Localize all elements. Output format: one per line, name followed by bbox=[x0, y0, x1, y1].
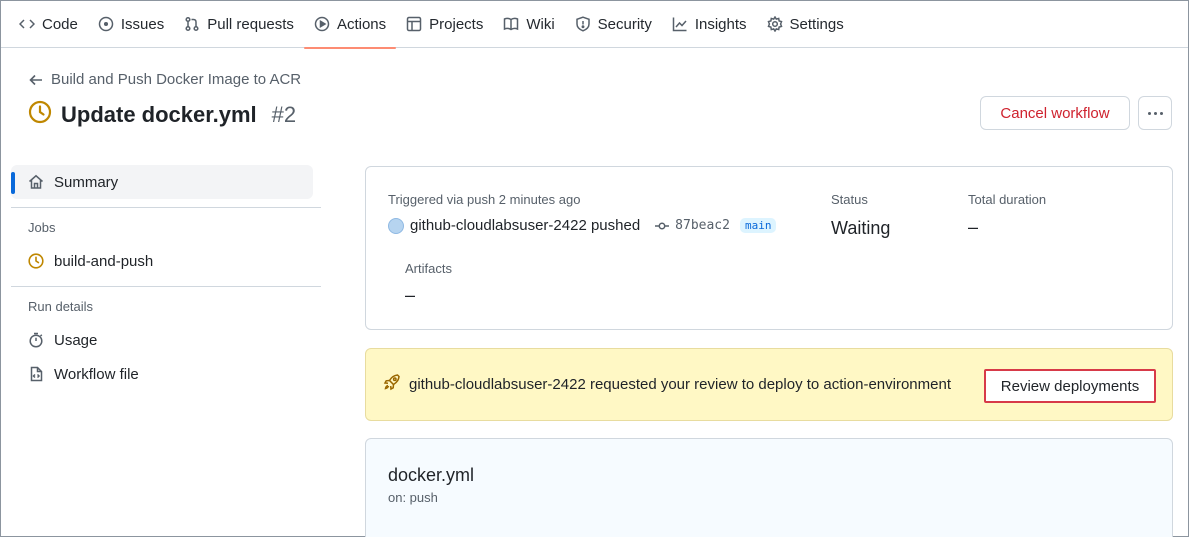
run-title: Update docker.yml #2 bbox=[28, 100, 296, 129]
sidebar-item-workflow-file[interactable]: Workflow file bbox=[11, 357, 321, 391]
tab-code-label: Code bbox=[42, 15, 78, 33]
play-icon bbox=[314, 16, 330, 32]
trigger-info: Triggered via push 2 minutes ago bbox=[388, 192, 581, 207]
divider bbox=[11, 286, 321, 287]
sidebar-item-summary[interactable]: Summary bbox=[11, 165, 313, 199]
avatar bbox=[388, 217, 404, 234]
tab-actions-label: Actions bbox=[336, 15, 387, 33]
sidebar-item-build-and-push[interactable]: build-and-push bbox=[11, 244, 321, 278]
table-icon bbox=[406, 16, 422, 32]
sidebar-item-label: Workflow file bbox=[54, 365, 139, 383]
page-title: Update docker.yml bbox=[61, 101, 257, 127]
workflow-file-name: docker.yml bbox=[388, 465, 475, 485]
tab-issues-label: Issues bbox=[120, 15, 165, 33]
tab-security[interactable]: Security bbox=[565, 1, 662, 48]
tab-actions[interactable]: Actions bbox=[303, 1, 397, 49]
duration-value: – bbox=[968, 217, 979, 237]
arrow-left-icon bbox=[29, 74, 42, 85]
jobs-heading: Jobs bbox=[28, 219, 56, 235]
pusher-name[interactable]: github-cloudlabsuser-2422 pushed bbox=[410, 217, 640, 234]
tab-settings-label: Settings bbox=[789, 15, 844, 33]
run-number: #2 bbox=[271, 101, 297, 127]
tab-pull-requests[interactable]: Pull requests bbox=[174, 1, 304, 48]
tab-wiki[interactable]: Wiki bbox=[493, 1, 564, 48]
sidebar-item-label: build-and-push bbox=[54, 252, 154, 270]
tab-projects-label: Projects bbox=[429, 15, 484, 33]
duration-label: Total duration bbox=[968, 192, 1047, 207]
workflow-graph-card: docker.yml on: push bbox=[365, 438, 1173, 537]
more-options-button[interactable] bbox=[1138, 96, 1172, 130]
shield-icon bbox=[575, 16, 590, 32]
code-icon bbox=[19, 19, 35, 29]
tab-security-label: Security bbox=[597, 15, 652, 33]
tab-insights[interactable]: Insights bbox=[662, 1, 757, 48]
repo-nav: Code Issues Pull requests Actions Projec… bbox=[1, 1, 1188, 49]
sidebar-item-label: Summary bbox=[54, 173, 119, 191]
tab-pull-requests-label: Pull requests bbox=[207, 15, 294, 33]
artifacts-value: – bbox=[405, 285, 416, 305]
deployment-review-banner: github-cloudlabsuser-2422 requested your… bbox=[365, 348, 1173, 421]
file-code-icon bbox=[30, 366, 43, 382]
workflow-trigger: on: push bbox=[388, 490, 438, 505]
kebab-dot-icon bbox=[1159, 111, 1163, 115]
run-summary-card: Triggered via push 2 minutes ago github-… bbox=[365, 166, 1173, 330]
rocket-icon bbox=[383, 373, 401, 396]
review-message: github-cloudlabsuser-2422 requested your… bbox=[409, 376, 951, 393]
workflow-name: Build and Push Docker Image to ACR bbox=[51, 71, 302, 88]
issue-icon bbox=[98, 16, 114, 32]
tab-insights-label: Insights bbox=[694, 15, 747, 33]
home-icon bbox=[29, 174, 43, 189]
branch-badge[interactable]: main bbox=[739, 218, 777, 233]
tab-issues[interactable]: Issues bbox=[88, 1, 174, 48]
status-value: Waiting bbox=[831, 218, 891, 238]
push-info: github-cloudlabsuser-2422 pushed 87beac2… bbox=[388, 217, 777, 234]
status-label: Status bbox=[831, 192, 868, 207]
back-to-workflow-link[interactable]: Build and Push Docker Image to ACR bbox=[29, 71, 301, 88]
waiting-clock-icon bbox=[28, 100, 52, 129]
review-deployments-button[interactable]: Review deployments bbox=[984, 369, 1156, 403]
git-commit-icon bbox=[655, 222, 670, 229]
graph-icon bbox=[672, 17, 687, 32]
tab-code[interactable]: Code bbox=[9, 1, 88, 48]
artifacts-label: Artifacts bbox=[405, 261, 452, 276]
tab-wiki-label: Wiki bbox=[526, 15, 555, 33]
kebab-dot-icon bbox=[1147, 111, 1151, 115]
divider bbox=[11, 207, 321, 208]
run-sidebar: Summary Jobs build-and-push Run details … bbox=[11, 165, 321, 391]
commit-link[interactable]: 87beac2 bbox=[654, 218, 730, 234]
sidebar-item-label: Usage bbox=[54, 331, 98, 349]
commit-sha: 87beac2 bbox=[675, 218, 730, 233]
tab-projects[interactable]: Projects bbox=[396, 1, 493, 48]
kebab-dot-icon bbox=[1153, 111, 1157, 115]
sidebar-item-usage[interactable]: Usage bbox=[11, 323, 321, 357]
waiting-clock-icon bbox=[28, 253, 44, 269]
tab-settings[interactable]: Settings bbox=[757, 1, 854, 48]
stopwatch-icon bbox=[29, 332, 43, 348]
gear-icon bbox=[767, 16, 783, 32]
run-details-heading: Run details bbox=[28, 298, 94, 314]
book-icon bbox=[504, 17, 519, 31]
pull-request-icon bbox=[185, 16, 199, 32]
cancel-workflow-button[interactable]: Cancel workflow bbox=[980, 96, 1130, 130]
